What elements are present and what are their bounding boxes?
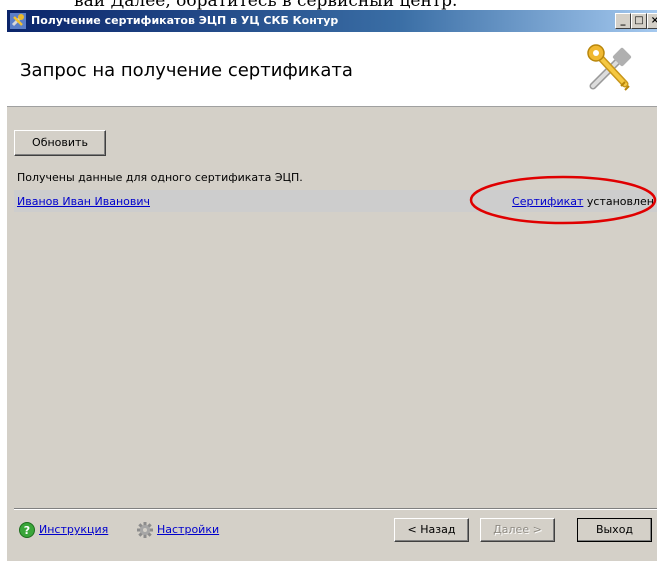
back-button[interactable]: < Назад [394, 518, 469, 542]
status-message: Получены данные для одного сертификата Э… [17, 171, 303, 184]
settings-link-label[interactable]: Настройки [157, 523, 219, 536]
title-bar[interactable]: Получение сертификатов ЭЦП в УЦ СКБ Конт… [7, 10, 657, 32]
window-title: Получение сертификатов ЭЦП в УЦ СКБ Конт… [31, 14, 339, 27]
background-caption-text: вай Далее, обратитесь в сервисный центр. [74, 0, 458, 10]
help-icon: ? [19, 522, 35, 538]
keys-wizard-icon [587, 44, 632, 91]
wizard-window: Получение сертификатов ЭЦП в УЦ СКБ Конт… [7, 10, 657, 561]
close-button[interactable]: × [647, 13, 657, 29]
certificate-owner-link[interactable]: Иванов Иван Иванович [17, 195, 150, 208]
highlight-ellipse [469, 175, 657, 225]
next-button[interactable]: Далее > [480, 518, 555, 542]
page-title: Запрос на получение сертификата [20, 60, 353, 81]
maximize-button[interactable]: □ [631, 13, 647, 29]
exit-button[interactable]: Выход [577, 518, 652, 542]
help-link[interactable]: ? Инструкция [19, 521, 129, 539]
help-link-label[interactable]: Инструкция [39, 523, 108, 536]
refresh-button[interactable]: Обновить [14, 130, 106, 156]
minimize-button[interactable]: _ [615, 13, 631, 29]
svg-text:?: ? [24, 524, 30, 537]
wizard-header: Запрос на получение сертификата [7, 32, 657, 107]
background-caption: вай Далее, обратитесь в сервисный центр. [0, 0, 657, 10]
footer-separator [14, 508, 657, 510]
gear-icon [137, 522, 153, 538]
settings-link[interactable]: Настройки [137, 521, 247, 539]
app-keys-icon [10, 13, 26, 29]
